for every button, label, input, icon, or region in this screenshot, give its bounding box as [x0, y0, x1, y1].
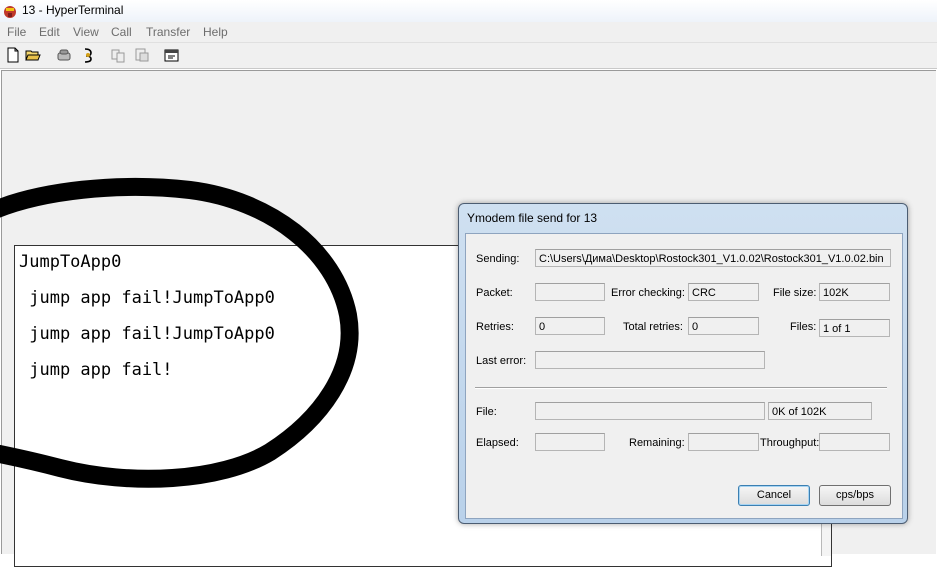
elapsed-label: Elapsed:: [476, 437, 519, 449]
toolbar: [0, 43, 937, 69]
ymodem-dialog: Ymodem file send for 13 Sending: C:\User…: [458, 203, 908, 524]
dialog-title: Ymodem file send for 13: [467, 211, 598, 225]
file-size-field: 102K: [819, 283, 890, 301]
file-progress-text: 0K of 102K: [768, 402, 872, 420]
file-progress-bar: [535, 402, 765, 420]
remaining-label: Remaining:: [629, 437, 685, 449]
total-retries-label: Total retries:: [623, 321, 683, 333]
dialog-body: Sending: C:\Users\Дима\Desktop\Rostock30…: [465, 233, 903, 519]
packet-label: Packet:: [476, 287, 513, 299]
disconnect-icon[interactable]: [80, 47, 96, 63]
retries-label: Retries:: [476, 321, 514, 333]
last-error-label: Last error:: [476, 355, 527, 367]
terminal-line: jump app fail!JumpToApp0: [19, 288, 275, 308]
error-checking-field: CRC: [688, 283, 759, 301]
menu-help[interactable]: Help: [203, 25, 228, 39]
receive-icon[interactable]: [134, 47, 150, 63]
sending-field: C:\Users\Дима\Desktop\Rostock301_V1.0.02…: [535, 249, 891, 267]
file-size-label: File size:: [773, 287, 817, 299]
properties-icon[interactable]: [164, 47, 180, 63]
terminal-line: jump app fail!: [19, 360, 173, 380]
hyperterminal-icon: [4, 6, 16, 18]
elapsed-field: [535, 433, 605, 451]
menu-edit[interactable]: Edit: [39, 25, 60, 39]
menu-call[interactable]: Call: [111, 25, 132, 39]
open-folder-icon[interactable]: [25, 47, 41, 63]
retries-field: 0: [535, 317, 605, 335]
window-title: 13 - HyperTerminal: [22, 3, 124, 17]
menu-file[interactable]: File: [7, 25, 26, 39]
call-icon[interactable]: [56, 47, 72, 63]
title-bar[interactable]: 13 - HyperTerminal: [0, 0, 937, 23]
file-label: File:: [476, 406, 497, 418]
files-field: 1 of 1: [819, 319, 890, 337]
files-label: Files:: [790, 321, 817, 333]
cps-bps-button[interactable]: cps/bps: [819, 485, 891, 506]
total-retries-field: 0: [688, 317, 759, 335]
dialog-separator: [475, 387, 887, 389]
send-icon[interactable]: [110, 47, 126, 63]
new-document-icon[interactable]: [5, 47, 21, 63]
sending-label: Sending:: [476, 253, 520, 265]
remaining-field: [688, 433, 759, 451]
error-checking-label: Error checking:: [611, 287, 685, 299]
menu-transfer[interactable]: Transfer: [146, 25, 190, 39]
terminal-line: jump app fail!JumpToApp0: [19, 324, 275, 344]
cancel-button[interactable]: Cancel: [738, 485, 810, 506]
last-error-field: [535, 351, 765, 369]
menu-bar: File Edit View Call Transfer Help: [0, 22, 937, 43]
menu-view[interactable]: View: [73, 25, 99, 39]
terminal-line: JumpToApp0: [19, 252, 122, 272]
packet-field: [535, 283, 605, 301]
throughput-label: Throughput:: [760, 437, 820, 449]
throughput-field: [819, 433, 890, 451]
